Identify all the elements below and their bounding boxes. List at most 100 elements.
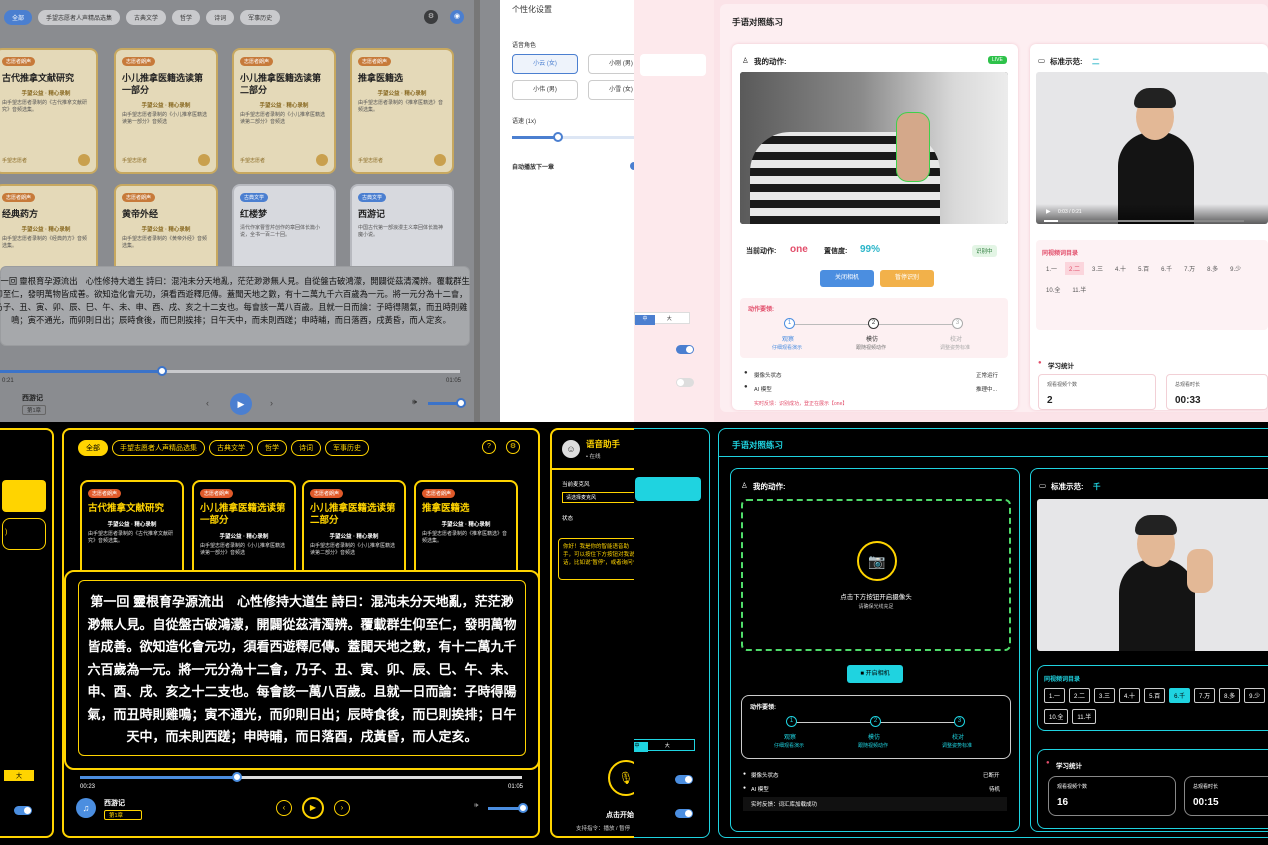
play-icon[interactable] — [316, 154, 328, 166]
tab-military[interactable]: 军事历史 — [325, 440, 369, 456]
vocab-item[interactable]: 8.多 — [1219, 688, 1241, 703]
chapter-select[interactable]: 第1章 — [104, 810, 143, 820]
tab-poetry[interactable]: 诗词 — [291, 440, 321, 456]
open-camera-button[interactable]: ■ 开启相机 — [847, 665, 903, 683]
tab-philosophy[interactable]: 哲学 — [257, 440, 287, 456]
vocab-item[interactable]: 6.千 — [1169, 688, 1191, 703]
vocab-item[interactable]: 7.万 — [1194, 688, 1216, 703]
progress-handle[interactable] — [157, 366, 167, 376]
progress-bar[interactable] — [80, 772, 522, 782]
vocab-item[interactable]: 10.全 — [1044, 709, 1069, 724]
next-icon[interactable]: › — [270, 398, 273, 408]
mic-select[interactable]: 请选择麦克风 — [562, 492, 634, 503]
play-button[interactable]: ▶ — [230, 393, 252, 415]
toggle-on[interactable] — [14, 806, 32, 815]
play-icon[interactable]: ▶ — [1046, 208, 1051, 215]
vocab-item[interactable]: 7.万 — [1180, 262, 1199, 275]
voice-option[interactable]: 小雪 (女) — [588, 80, 634, 100]
user-icon[interactable]: ◉ — [450, 10, 464, 24]
vocab-item[interactable]: 3.三 — [1088, 262, 1107, 275]
book-card[interactable]: 志愿者朗声 古代推拿文献研究 手望公益 · 精心录制 由手望志愿者录制的《古代推… — [0, 48, 98, 174]
vocab-item[interactable]: 11.半 — [1072, 709, 1097, 724]
vocab-item[interactable]: 4.十 — [1119, 688, 1141, 703]
vocab-item[interactable]: 10.全 — [1042, 283, 1064, 296]
toggle-off[interactable] — [676, 378, 694, 387]
voice-option[interactable]: 小刚 (男) — [588, 54, 634, 74]
play-icon[interactable] — [198, 154, 210, 166]
tab-classics[interactable]: 古典文学 — [209, 440, 253, 456]
vocab-item[interactable]: 5.百 — [1144, 688, 1166, 703]
tab-classics[interactable]: 古典文学 — [126, 9, 167, 25]
voice-option[interactable]: ) — [2, 518, 46, 550]
play-button[interactable]: ▶ — [302, 797, 324, 819]
tab-all[interactable]: 全部 — [4, 9, 33, 25]
tab-volunteer[interactable]: 手望志愿者人声精品选集 — [38, 9, 121, 25]
play-icon[interactable] — [434, 154, 446, 166]
volume-handle[interactable] — [518, 803, 528, 813]
play-icon[interactable] — [78, 154, 90, 166]
tab-philosophy[interactable]: 哲学 — [172, 9, 201, 25]
demo-video[interactable]: ▶ 0:03 / 0:21 — [1036, 72, 1268, 224]
vocab-item[interactable]: 5.百 — [1134, 262, 1153, 275]
vocab-item[interactable]: 8.多 — [1203, 262, 1222, 275]
chapter-select[interactable]: 第1章 — [22, 405, 47, 415]
voice-option[interactable]: 小伟 (男) — [512, 80, 578, 100]
vocab-item[interactable]: 2.二 — [1065, 262, 1085, 275]
vocab-item[interactable]: 6.千 — [1157, 262, 1176, 275]
scrollbar[interactable] — [474, 0, 480, 422]
vocab-item[interactable]: 4.十 — [1111, 262, 1130, 275]
camera-placeholder[interactable]: 📷 点击下方按钮开启摄像头 请确保光线充足 — [741, 499, 1011, 651]
vocab-item[interactable]: 1.一 — [1044, 688, 1066, 703]
toggle-on[interactable] — [675, 775, 693, 784]
vocab-item[interactable]: 9.少 — [1244, 688, 1266, 703]
size-medium[interactable]: 中 — [635, 315, 655, 325]
pause-recognition-button[interactable]: 暂停识别 — [880, 270, 934, 287]
size-large[interactable]: 大 — [657, 315, 681, 322]
vocab-item[interactable]: 2.二 — [1069, 688, 1091, 703]
book-card[interactable]: 志愿者朗声 小儿推拿医籍选读第一部分 手望公益 · 精心录制 由手望志愿者录制的… — [114, 48, 218, 174]
settings-icon[interactable]: ⚙ — [506, 440, 520, 454]
speed-handle[interactable] — [553, 132, 563, 142]
volume-slider[interactable] — [428, 398, 466, 408]
book-card[interactable]: 志愿者朗声 推拿医籍选 手望公益 · 精心录制 由手望志愿者录制的《推拿医籍选》… — [350, 48, 454, 174]
size-switch[interactable]: 中 大 — [634, 312, 690, 325]
selected-voice-option[interactable] — [2, 480, 46, 512]
voice-option[interactable]: 小云 (女) — [512, 54, 578, 74]
vocab-item[interactable]: 11.半 — [1068, 283, 1090, 296]
tab-volunteer[interactable]: 手望志愿者人声精品选集 — [112, 440, 205, 456]
size-switch[interactable]: 中 大 — [634, 739, 695, 752]
voice-assistant-panel: ☺ 语音助手 • 在线 当前麦克风 请选择麦克风 状态 你好！我是你的智能语音助… — [550, 428, 634, 838]
volume-handle[interactable] — [456, 398, 466, 408]
vocab-item[interactable]: 9.少 — [1226, 262, 1245, 275]
demo-video[interactable] — [1037, 499, 1268, 651]
close-camera-button[interactable]: 关闭相机 — [820, 270, 874, 287]
q3-audio-library-high-contrast: ) 大 全部 手望志愿者人声精品选集 古典文学 哲学 诗词 军事历史 ? ⚙ 志… — [0, 422, 634, 845]
prev-icon[interactable]: ‹ — [276, 800, 292, 816]
side-input[interactable] — [635, 477, 701, 501]
speed-slider[interactable] — [512, 132, 634, 142]
next-icon[interactable]: › — [334, 800, 350, 816]
reading-text: 第一回 靈根育孕源流出 心性修持大道生 詩曰：混沌未分天地亂，茫茫渺渺無人見。自… — [78, 580, 526, 756]
settings-icon[interactable]: ⚙ — [424, 10, 438, 24]
camera-icon[interactable]: 📷 — [857, 541, 897, 581]
prev-icon[interactable]: ‹ — [206, 398, 209, 408]
toggle-on[interactable] — [675, 809, 693, 818]
vocab-item[interactable]: 3.三 — [1094, 688, 1116, 703]
tab-all[interactable]: 全部 — [78, 440, 108, 456]
size-large[interactable]: 大 — [650, 742, 684, 749]
toggle-on[interactable] — [676, 345, 694, 354]
tab-military[interactable]: 军事历史 — [240, 9, 281, 25]
size-large[interactable]: 大 — [4, 770, 35, 781]
side-input[interactable] — [640, 54, 706, 76]
vocab-item[interactable]: 1.一 — [1042, 262, 1061, 275]
stat-card: 总观看时长 00:15 — [1184, 776, 1268, 816]
progress-bar[interactable] — [0, 366, 460, 376]
volume-slider[interactable] — [488, 803, 528, 813]
tab-poetry[interactable]: 诗词 — [206, 9, 235, 25]
help-icon[interactable]: ? — [482, 440, 496, 454]
status-badge: 识别中 — [972, 245, 997, 257]
progress-handle[interactable] — [232, 772, 242, 782]
mic-icon[interactable]: 🎙 — [608, 760, 634, 796]
size-medium[interactable]: 中 — [634, 742, 648, 752]
book-card[interactable]: 志愿者朗声 小儿推拿医籍选读第二部分 手望公益 · 精心录制 由手望志愿者录制的… — [232, 48, 336, 174]
